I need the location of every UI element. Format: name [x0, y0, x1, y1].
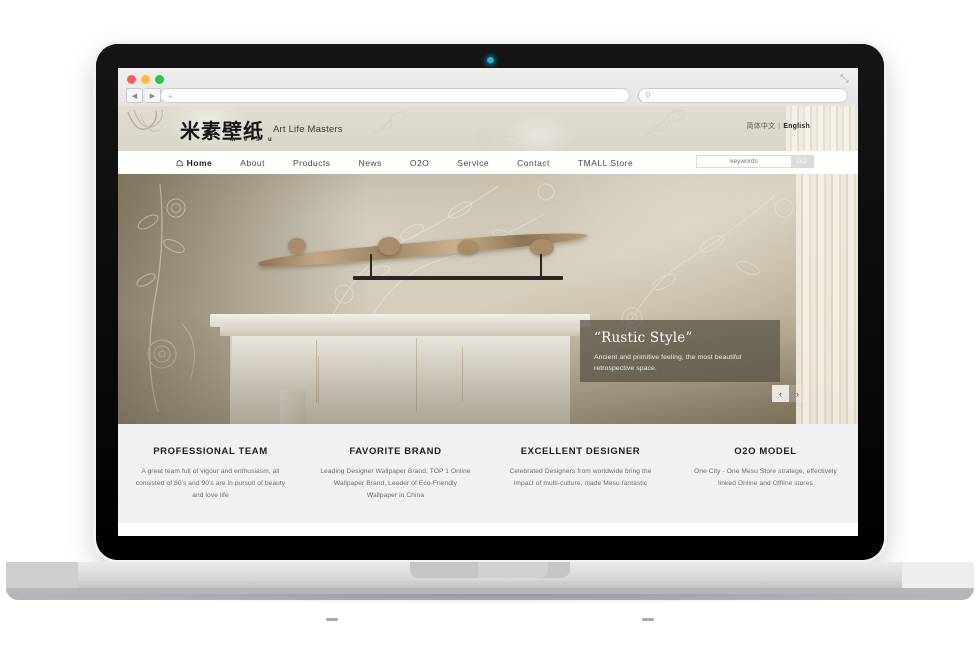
close-window-icon[interactable] — [127, 75, 136, 84]
base-front-notch — [410, 562, 570, 578]
browser-window: ⤡ ◀ ▶ + ⚲ 米素壁纸 m e s u Art Life Masters … — [118, 68, 858, 536]
hero-promo-overlay: “Rustic Style” Ancient and primitive fee… — [580, 320, 780, 382]
header-floral-ornament-icon — [474, 130, 521, 146]
slider-next-button[interactable]: › — [789, 385, 806, 402]
base-foot — [642, 618, 654, 621]
address-bar[interactable]: + — [160, 88, 630, 103]
slider-arrows: ‹ › — [772, 385, 806, 402]
nav-item-contact[interactable]: Contact — [517, 158, 550, 168]
search-input[interactable] — [697, 155, 791, 168]
nav-item-news[interactable]: News — [359, 158, 382, 168]
webcam-indicator-icon — [486, 57, 494, 64]
feature-card: O2O MODEL One City - One Mesu Store stra… — [673, 446, 858, 502]
header-leaf-ornament-icon — [371, 111, 406, 135]
forward-button[interactable]: ▶ — [145, 88, 161, 103]
site-logo-romanized: m e s u — [230, 137, 276, 143]
language-switcher[interactable]: 简体中文 | English — [746, 121, 810, 131]
base-right-edge — [902, 562, 974, 588]
driftwood-knot — [288, 238, 306, 254]
nav-item-service[interactable]: Service — [457, 158, 489, 168]
base-notch-highlight — [478, 562, 548, 578]
driftwood-knot — [530, 239, 554, 256]
maximize-window-icon[interactable] — [155, 75, 164, 84]
feature-title: PROFESSIONAL TEAM — [153, 446, 268, 457]
laptop-drop-shadow — [30, 594, 950, 604]
feature-card: EXCELLENT DESIGNER Celebrated Designers … — [488, 446, 673, 502]
nav-item-home-label: Home — [186, 157, 213, 168]
slider-prev-button[interactable]: ‹ — [772, 385, 789, 402]
nav-item-about[interactable]: About — [240, 158, 265, 168]
feature-title: O2O MODEL — [734, 446, 797, 457]
hero-promo-title: “Rustic Style” — [594, 330, 693, 346]
driftwood-sculpture — [258, 227, 588, 280]
search-go-button[interactable]: GO — [791, 156, 813, 167]
features-section: PROFESSIONAL TEAM A great team full of v… — [118, 424, 858, 502]
hero-promo-subtitle: Ancient and primitive feeling, the most … — [594, 354, 742, 373]
window-controls[interactable] — [127, 75, 164, 84]
header-leaf-ornament-icon — [643, 109, 685, 137]
feature-body: Celebrated Designers from worldwide brin… — [509, 468, 652, 488]
search-icon: ⚲ — [645, 91, 651, 100]
laptop-base — [6, 562, 974, 621]
sculpture-stand-post — [540, 254, 542, 276]
language-chinese-link[interactable]: 简体中文 — [746, 122, 775, 130]
driftwood-knot — [378, 237, 400, 255]
site-search[interactable]: GO — [696, 155, 814, 168]
nav-item-home[interactable]: ☖ Home — [176, 158, 212, 168]
feature-card: FAVORITE BRAND Leading Designer Wallpape… — [303, 446, 488, 502]
site-header: 米素壁纸 m e s u Art Life Masters 简体中文 | Engli… — [118, 106, 858, 151]
feature-body: Leading Designer Wallpaper Brand, TOP 1 … — [320, 468, 471, 500]
hero-slider: “Rustic Style” Ancient and primitive fee… — [118, 174, 858, 424]
sculpture-stand-post — [370, 254, 372, 276]
back-button[interactable]: ◀ — [126, 88, 143, 103]
screenshot-stage: ⤡ ◀ ▶ + ⚲ 米素壁纸 m e s u Art Life Masters … — [0, 0, 980, 657]
site-tagline: Art Life Masters — [273, 124, 343, 135]
feature-card: PROFESSIONAL TEAM A great team full of v… — [118, 446, 303, 502]
feature-title: FAVORITE BRAND — [349, 446, 442, 457]
base-left-edge — [6, 562, 78, 588]
logo-swirl-icon — [127, 109, 163, 132]
feature-body: A great team full of vigour and enthusia… — [135, 468, 286, 500]
home-icon: ☖ — [176, 158, 184, 168]
nav-item-tmall-store[interactable]: TMALL Store — [578, 158, 633, 168]
browser-search-bar[interactable]: ⚲ — [638, 88, 848, 103]
nav-item-list: ☖ Home About Products News O2O Service Co… — [176, 151, 661, 174]
feature-body: One City - One Mesu Store stratege, effe… — [694, 468, 837, 488]
language-separator: | — [778, 123, 781, 130]
browser-chrome: ⤡ ◀ ▶ + ⚲ — [118, 68, 858, 107]
laptop-lid: ⤡ ◀ ▶ + ⚲ 米素壁纸 m e s u Art Life Masters … — [96, 44, 884, 560]
resize-window-icon[interactable]: ⤡ — [840, 74, 851, 85]
base-foot — [326, 618, 338, 621]
nav-item-o2o[interactable]: O2O — [410, 158, 429, 168]
feature-title: EXCELLENT DESIGNER — [520, 446, 641, 457]
nav-item-products[interactable]: Products — [293, 158, 331, 168]
page-bottom-whitespace — [118, 523, 858, 536]
driftwood-knot — [458, 240, 478, 255]
language-english-link[interactable]: English — [783, 123, 810, 130]
sculpture-base-bar — [353, 276, 563, 280]
minimize-window-icon[interactable] — [141, 75, 150, 84]
main-navigation: ☖ Home About Products News O2O Service Co… — [118, 151, 858, 175]
browser-nav-buttons[interactable]: ◀ ▶ — [126, 88, 161, 103]
